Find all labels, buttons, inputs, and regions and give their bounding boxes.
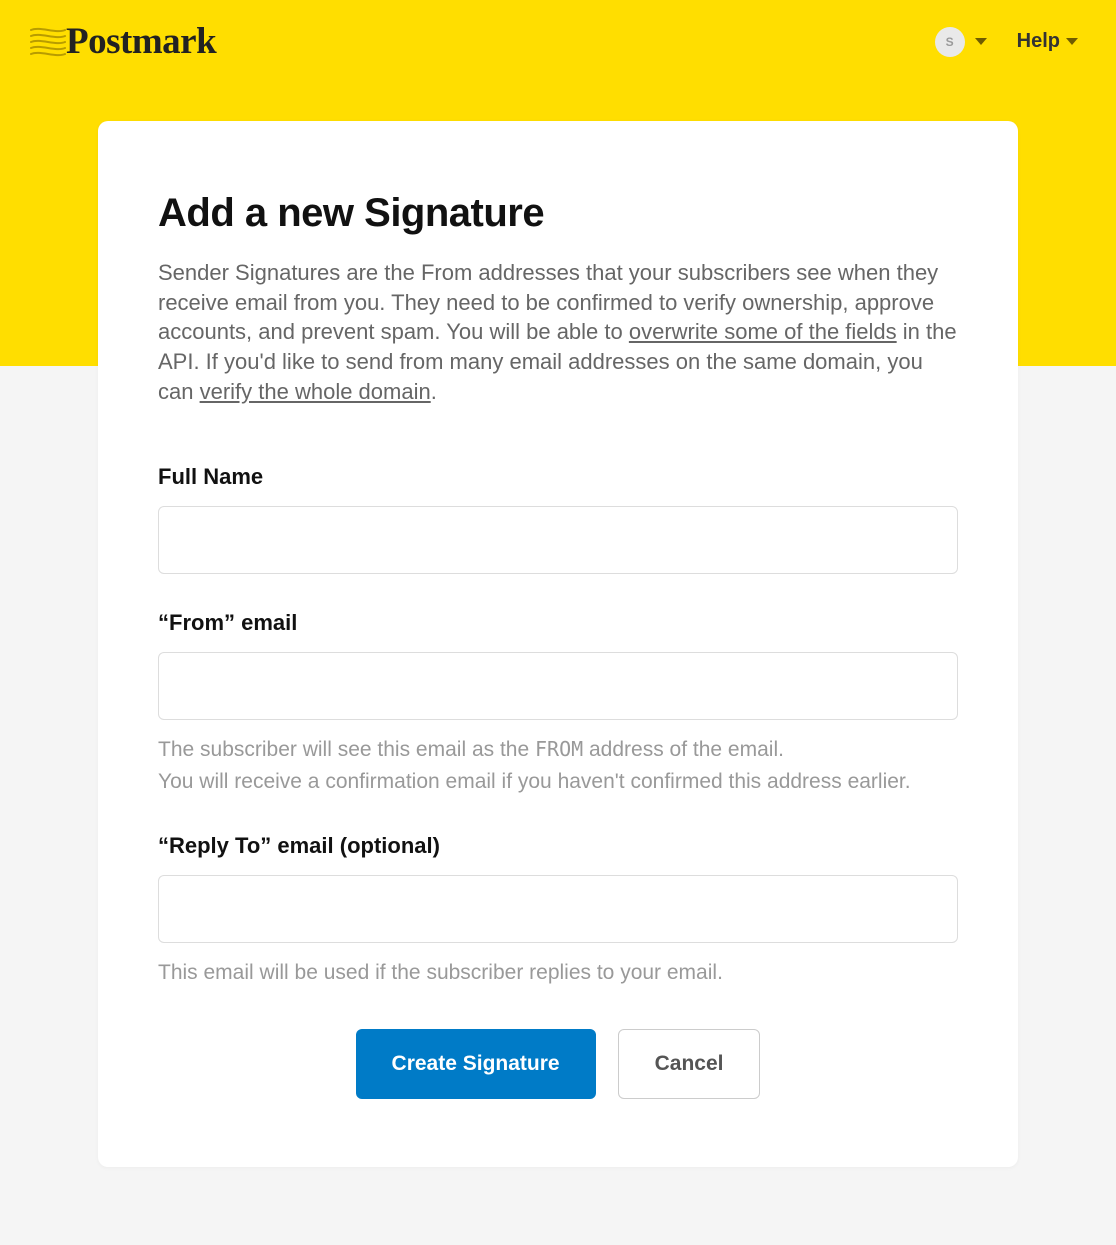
field-from-email: “From” email The subscriber will see thi… [158, 610, 958, 797]
intro-text: . [431, 379, 437, 404]
avatar: S [935, 27, 965, 57]
from-email-label: “From” email [158, 610, 958, 636]
top-header: Postmark S Help [0, 0, 1116, 71]
reply-to-label: “Reply To” email (optional) [158, 833, 958, 859]
brand-name: Postmark [66, 20, 216, 63]
form-actions: Create Signature Cancel [158, 1029, 958, 1099]
postmark-stamp-icon [30, 21, 66, 63]
help-text: The subscriber will see this email as th… [158, 738, 535, 761]
page-intro: Sender Signatures are the From addresses… [158, 258, 958, 406]
nav-right: S Help [935, 27, 1078, 57]
overwrite-fields-link[interactable]: overwrite some of the fields [629, 319, 897, 344]
cancel-button[interactable]: Cancel [618, 1029, 761, 1099]
verify-domain-link[interactable]: verify the whole domain [200, 379, 431, 404]
create-signature-button[interactable]: Create Signature [356, 1029, 596, 1099]
brand-logo[interactable]: Postmark [30, 20, 216, 63]
field-reply-to: “Reply To” email (optional) This email w… [158, 833, 958, 989]
full-name-input[interactable] [158, 506, 958, 574]
help-menu[interactable]: Help [1017, 30, 1078, 53]
reply-to-help: This email will be used if the subscribe… [158, 957, 958, 989]
from-email-help: The subscriber will see this email as th… [158, 734, 958, 797]
account-menu[interactable]: S [935, 27, 987, 57]
help-code: FROM [535, 737, 583, 761]
from-email-input[interactable] [158, 652, 958, 720]
help-text: address of the email. [583, 738, 784, 761]
help-label: Help [1017, 30, 1060, 53]
main-card: Add a new Signature Sender Signatures ar… [98, 121, 1018, 1167]
reply-to-input[interactable] [158, 875, 958, 943]
field-full-name: Full Name [158, 464, 958, 574]
caret-down-icon [975, 38, 987, 45]
caret-down-icon [1066, 38, 1078, 45]
help-text: You will receive a confirmation email if… [158, 770, 911, 793]
page-title: Add a new Signature [158, 191, 958, 236]
full-name-label: Full Name [158, 464, 958, 490]
